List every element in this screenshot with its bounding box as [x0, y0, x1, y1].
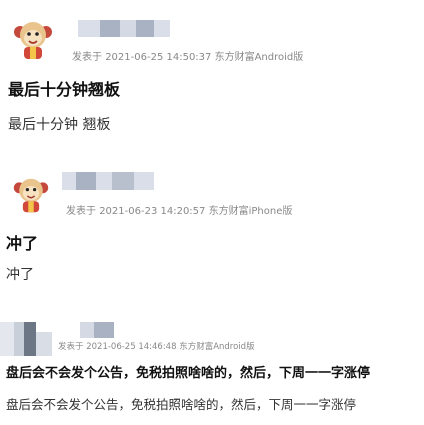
post-datetime: 2021-06-25 14:50:37	[105, 52, 212, 63]
post-datetime: 2021-06-25 14:46:48	[86, 342, 177, 352]
monkey-avatar-icon[interactable]	[12, 174, 50, 216]
post-content: 最后十分钟 翘板	[8, 117, 111, 133]
username-blurred[interactable]	[80, 322, 114, 338]
post-title[interactable]: 盘后会不会发个公告，免税拍照啥啥的，然后，下周一一字涨停	[6, 362, 370, 381]
post-content: 冲了	[6, 267, 34, 283]
username-blurred[interactable]	[62, 172, 154, 190]
post-source: 东方财富iPhone版	[208, 206, 293, 217]
post-1: 发表于 2021-06-25 14:50:37 东方财富Android版 最后十…	[0, 0, 424, 140]
post-title[interactable]: 最后十分钟翘板	[8, 76, 120, 100]
meta-prefix: 发表于	[58, 342, 84, 352]
post-meta: 发表于 2021-06-25 14:50:37 东方财富Android版	[72, 48, 303, 63]
post-meta: 发表于 2021-06-23 14:20:57 东方财富iPhone版	[66, 202, 292, 217]
username-blurred[interactable]	[78, 20, 170, 37]
post-meta: 发表于 2021-06-25 14:46:48 东方财富Android版	[58, 340, 255, 352]
post-datetime: 2021-06-23 14:20:57	[99, 206, 206, 217]
post-content: 盘后会不会发个公告，免税拍照啥啥的，然后，下周一一字涨停	[6, 397, 357, 412]
post-title[interactable]: 冲了	[6, 230, 38, 254]
post-source: 东方财富Android版	[214, 52, 304, 63]
post-source: 东方财富Android版	[179, 342, 255, 352]
post-2: 发表于 2021-06-23 14:20:57 东方财富iPhone版 冲了 冲…	[0, 160, 424, 300]
monkey-avatar-icon[interactable]	[12, 18, 54, 62]
meta-prefix: 发表于	[72, 52, 102, 63]
post-3: 发表于 2021-06-25 14:46:48 东方财富Android版 盘后会…	[0, 318, 424, 425]
blurred-avatar-icon[interactable]	[0, 322, 52, 356]
meta-prefix: 发表于	[66, 206, 96, 217]
